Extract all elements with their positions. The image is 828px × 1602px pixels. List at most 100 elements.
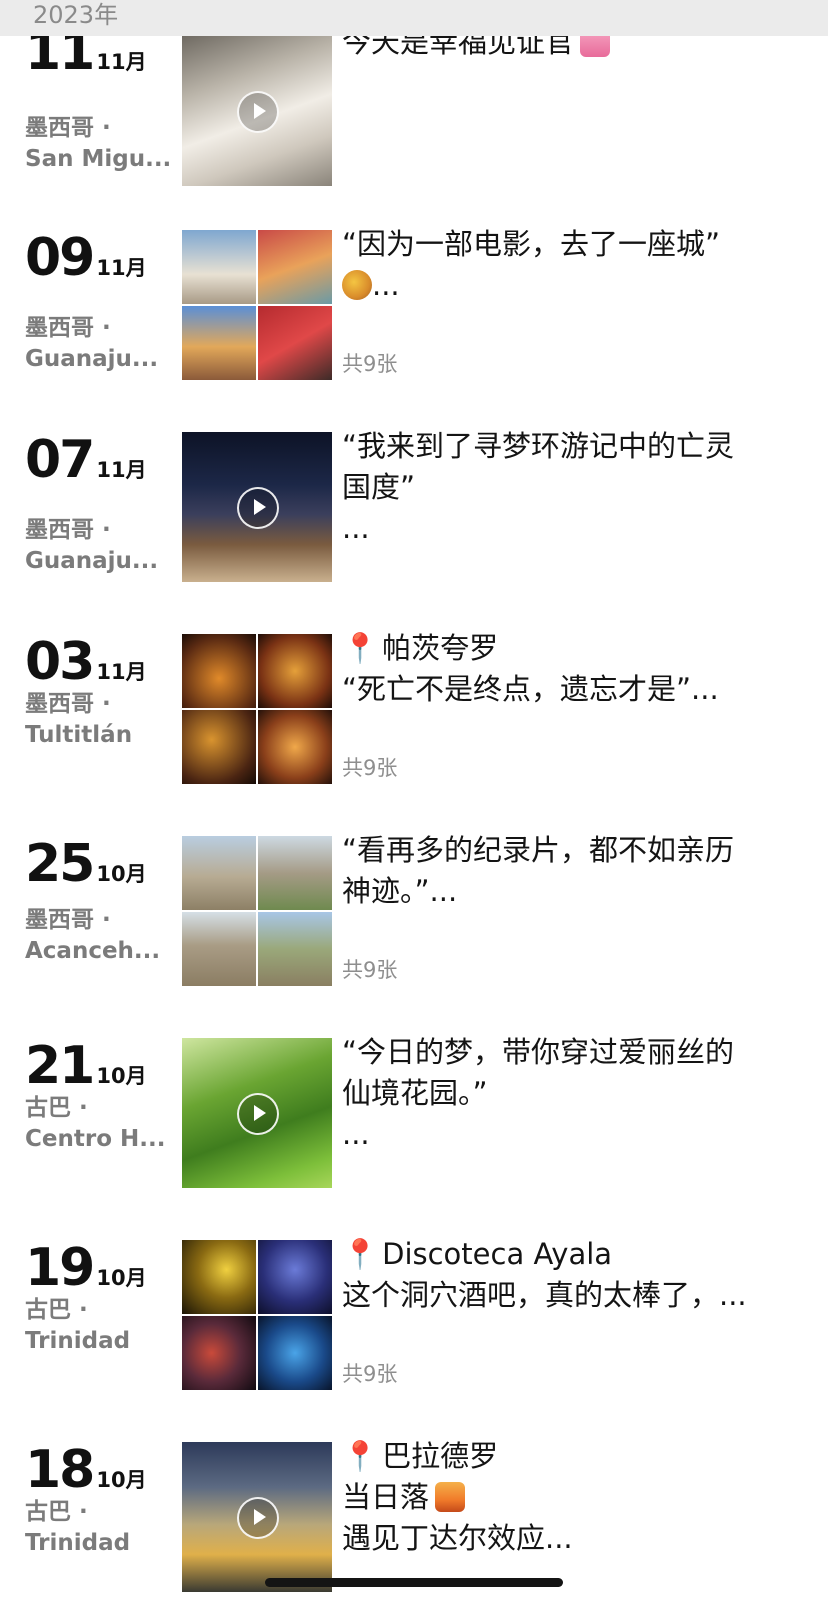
entry-month: 11月 bbox=[96, 50, 147, 74]
entry-city: Acanceh... bbox=[25, 938, 161, 964]
entry-text-line: 神迹。”... bbox=[342, 874, 458, 908]
entry-location: 墨西哥 · Guanaju... bbox=[25, 515, 170, 577]
entry-location: 墨西哥 · San Migu... bbox=[25, 113, 170, 175]
entry-city: Guanaju... bbox=[25, 346, 159, 372]
entry-text-line: 仙境花园。” bbox=[342, 1076, 488, 1110]
entry-day: 21 bbox=[25, 1036, 95, 1096]
entry-pin-place: Discoteca Ayala bbox=[382, 1237, 613, 1271]
play-icon[interactable] bbox=[237, 1497, 279, 1539]
photo-thumbnail[interactable] bbox=[182, 634, 256, 708]
photo-thumbnail[interactable] bbox=[258, 634, 332, 708]
entry-media[interactable] bbox=[182, 1038, 332, 1188]
year-section-header: 2023年 bbox=[0, 0, 828, 36]
sunset-icon bbox=[435, 1482, 466, 1512]
entry-city: Centro H... bbox=[25, 1126, 166, 1152]
entry-day: 03 bbox=[25, 632, 95, 692]
entry-text-line: ... bbox=[342, 511, 370, 545]
entry-text-line: 遇见丁达尔效应... bbox=[342, 1521, 573, 1555]
feed-entry[interactable]: 25 10月 墨西哥 · Acanceh... “看再多的纪录片，都不如亲历 神迹… bbox=[0, 833, 828, 996]
entry-country: 古巴 · bbox=[25, 1499, 88, 1525]
entry-month: 11月 bbox=[96, 458, 147, 482]
entry-month: 11月 bbox=[96, 660, 147, 684]
photo-thumbnail[interactable] bbox=[182, 710, 256, 784]
photo-thumbnail[interactable] bbox=[182, 1240, 256, 1314]
entry-media[interactable] bbox=[182, 230, 332, 380]
photo-thumbnail[interactable] bbox=[258, 306, 332, 380]
play-icon[interactable] bbox=[237, 91, 279, 133]
entry-city: Trinidad bbox=[25, 1530, 131, 1556]
location-pin-icon: 📍 bbox=[342, 1237, 379, 1271]
entry-media[interactable] bbox=[182, 432, 332, 582]
home-indicator[interactable] bbox=[265, 1578, 563, 1587]
photo-thumbnail[interactable] bbox=[182, 230, 256, 304]
entry-country: 古巴 · bbox=[25, 1297, 88, 1323]
entry-text: 📍 巴拉德罗 当日落 遇见丁达尔效应... bbox=[342, 1436, 792, 1559]
entry-location: 墨西哥 · Tultitlán bbox=[25, 689, 170, 751]
feed-entry[interactable]: 11 11月 墨西哥 · San Migu... 今天是幸福见证官 bbox=[0, 24, 828, 188]
entry-media[interactable] bbox=[182, 836, 332, 986]
entry-day: 07 bbox=[25, 430, 95, 490]
photo-thumbnail[interactable] bbox=[258, 836, 332, 910]
entry-text: “我来到了寻梦环游记中的亡灵 国度” ... bbox=[342, 426, 792, 549]
entry-location: 墨西哥 · Acanceh... bbox=[25, 905, 170, 967]
entry-location: 古巴 · Centro H... bbox=[25, 1093, 170, 1155]
play-icon[interactable] bbox=[237, 1093, 279, 1135]
feed-entry[interactable]: 03 11月 墨西哥 · Tultitlán 📍 帕茨夸罗 “死亡不是终点，遗忘才是… bbox=[0, 631, 828, 794]
feed-entry[interactable]: 21 10月 古巴 · Centro H... “今日的梦，带你穿过爱丽丝的 仙境… bbox=[0, 1035, 828, 1198]
entry-date: 03 11月 bbox=[25, 634, 147, 690]
entry-text-line: ... bbox=[372, 268, 400, 302]
entry-day: 09 bbox=[25, 228, 95, 288]
entry-date: 18 10月 bbox=[25, 1442, 147, 1498]
entry-country: 墨西哥 · bbox=[25, 115, 111, 141]
entry-location: 古巴 · Trinidad bbox=[25, 1295, 170, 1357]
entry-day: 19 bbox=[25, 1238, 95, 1298]
entry-text-line: “死亡不是终点，遗忘才是”... bbox=[342, 672, 719, 706]
entry-media[interactable] bbox=[182, 36, 332, 186]
entry-date: 09 11月 bbox=[25, 230, 147, 286]
photo-thumbnail[interactable] bbox=[182, 912, 256, 986]
entry-country: 墨西哥 · bbox=[25, 907, 111, 933]
photo-thumbnail[interactable] bbox=[258, 1240, 332, 1314]
entry-city: Tultitlán bbox=[25, 722, 133, 748]
entry-text-line: “因为一部电影，去了一座城” bbox=[342, 227, 721, 261]
entry-text-line: “我来到了寻梦环游记中的亡灵 bbox=[342, 429, 735, 463]
photo-thumbnail[interactable] bbox=[258, 230, 332, 304]
entry-text: 📍 帕茨夸罗 “死亡不是终点，遗忘才是”... bbox=[342, 628, 792, 710]
entry-text: “因为一部电影，去了一座城” ... bbox=[342, 224, 792, 306]
feed-entry[interactable]: 19 10月 古巴 · Trinidad 📍 Discoteca Ayala 这个洞… bbox=[0, 1237, 828, 1400]
entry-text: 📍 Discoteca Ayala 这个洞穴酒吧，真的太棒了，... bbox=[342, 1234, 792, 1316]
photo-thumbnail[interactable] bbox=[182, 836, 256, 910]
entry-day: 18 bbox=[25, 1440, 95, 1500]
year-label: 2023年 bbox=[33, 1, 119, 29]
photo-count: 共9张 bbox=[342, 1362, 398, 1386]
entry-month: 10月 bbox=[96, 1064, 147, 1088]
play-icon[interactable] bbox=[237, 487, 279, 529]
entry-city: San Migu... bbox=[25, 146, 170, 172]
location-pin-icon: 📍 bbox=[342, 631, 379, 665]
artist-palette-icon bbox=[342, 270, 372, 300]
entry-media[interactable] bbox=[182, 634, 332, 784]
photo-thumbnail[interactable] bbox=[258, 710, 332, 784]
photo-thumbnail[interactable] bbox=[258, 1316, 332, 1390]
entry-text-line: 这个洞穴酒吧，真的太棒了，... bbox=[342, 1278, 747, 1312]
moments-feed: 11 11月 墨西哥 · San Migu... 今天是幸福见证官 09 11月 墨… bbox=[0, 0, 828, 1601]
entry-city: Trinidad bbox=[25, 1328, 131, 1354]
entry-media[interactable] bbox=[182, 1240, 332, 1390]
entry-text-line: “今日的梦，带你穿过爱丽丝的 bbox=[342, 1035, 735, 1069]
feed-entry[interactable]: 07 11月 墨西哥 · Guanaju... “我来到了寻梦环游记中的亡灵 国度… bbox=[0, 429, 828, 592]
entry-month: 10月 bbox=[96, 1468, 147, 1492]
feed-entry[interactable]: 09 11月 墨西哥 · Guanaju... “因为一部电影，去了一座城” ..… bbox=[0, 227, 828, 390]
photo-count: 共9张 bbox=[342, 756, 398, 780]
photo-thumbnail[interactable] bbox=[258, 912, 332, 986]
entry-pin-place: 帕茨夸罗 bbox=[382, 631, 499, 665]
entry-text-line: “看再多的纪录片，都不如亲历 bbox=[342, 833, 735, 867]
entry-media[interactable] bbox=[182, 1442, 332, 1592]
entry-text: “看再多的纪录片，都不如亲历 神迹。”... bbox=[342, 830, 792, 912]
photo-thumbnail[interactable] bbox=[182, 1316, 256, 1390]
entry-location: 墨西哥 · Guanaju... bbox=[25, 313, 170, 375]
entry-city: Guanaju... bbox=[25, 548, 159, 574]
entry-pin-place: 巴拉德罗 bbox=[382, 1439, 499, 1473]
entry-date: 07 11月 bbox=[25, 432, 147, 488]
entry-month: 10月 bbox=[96, 1266, 147, 1290]
photo-thumbnail[interactable] bbox=[182, 306, 256, 380]
